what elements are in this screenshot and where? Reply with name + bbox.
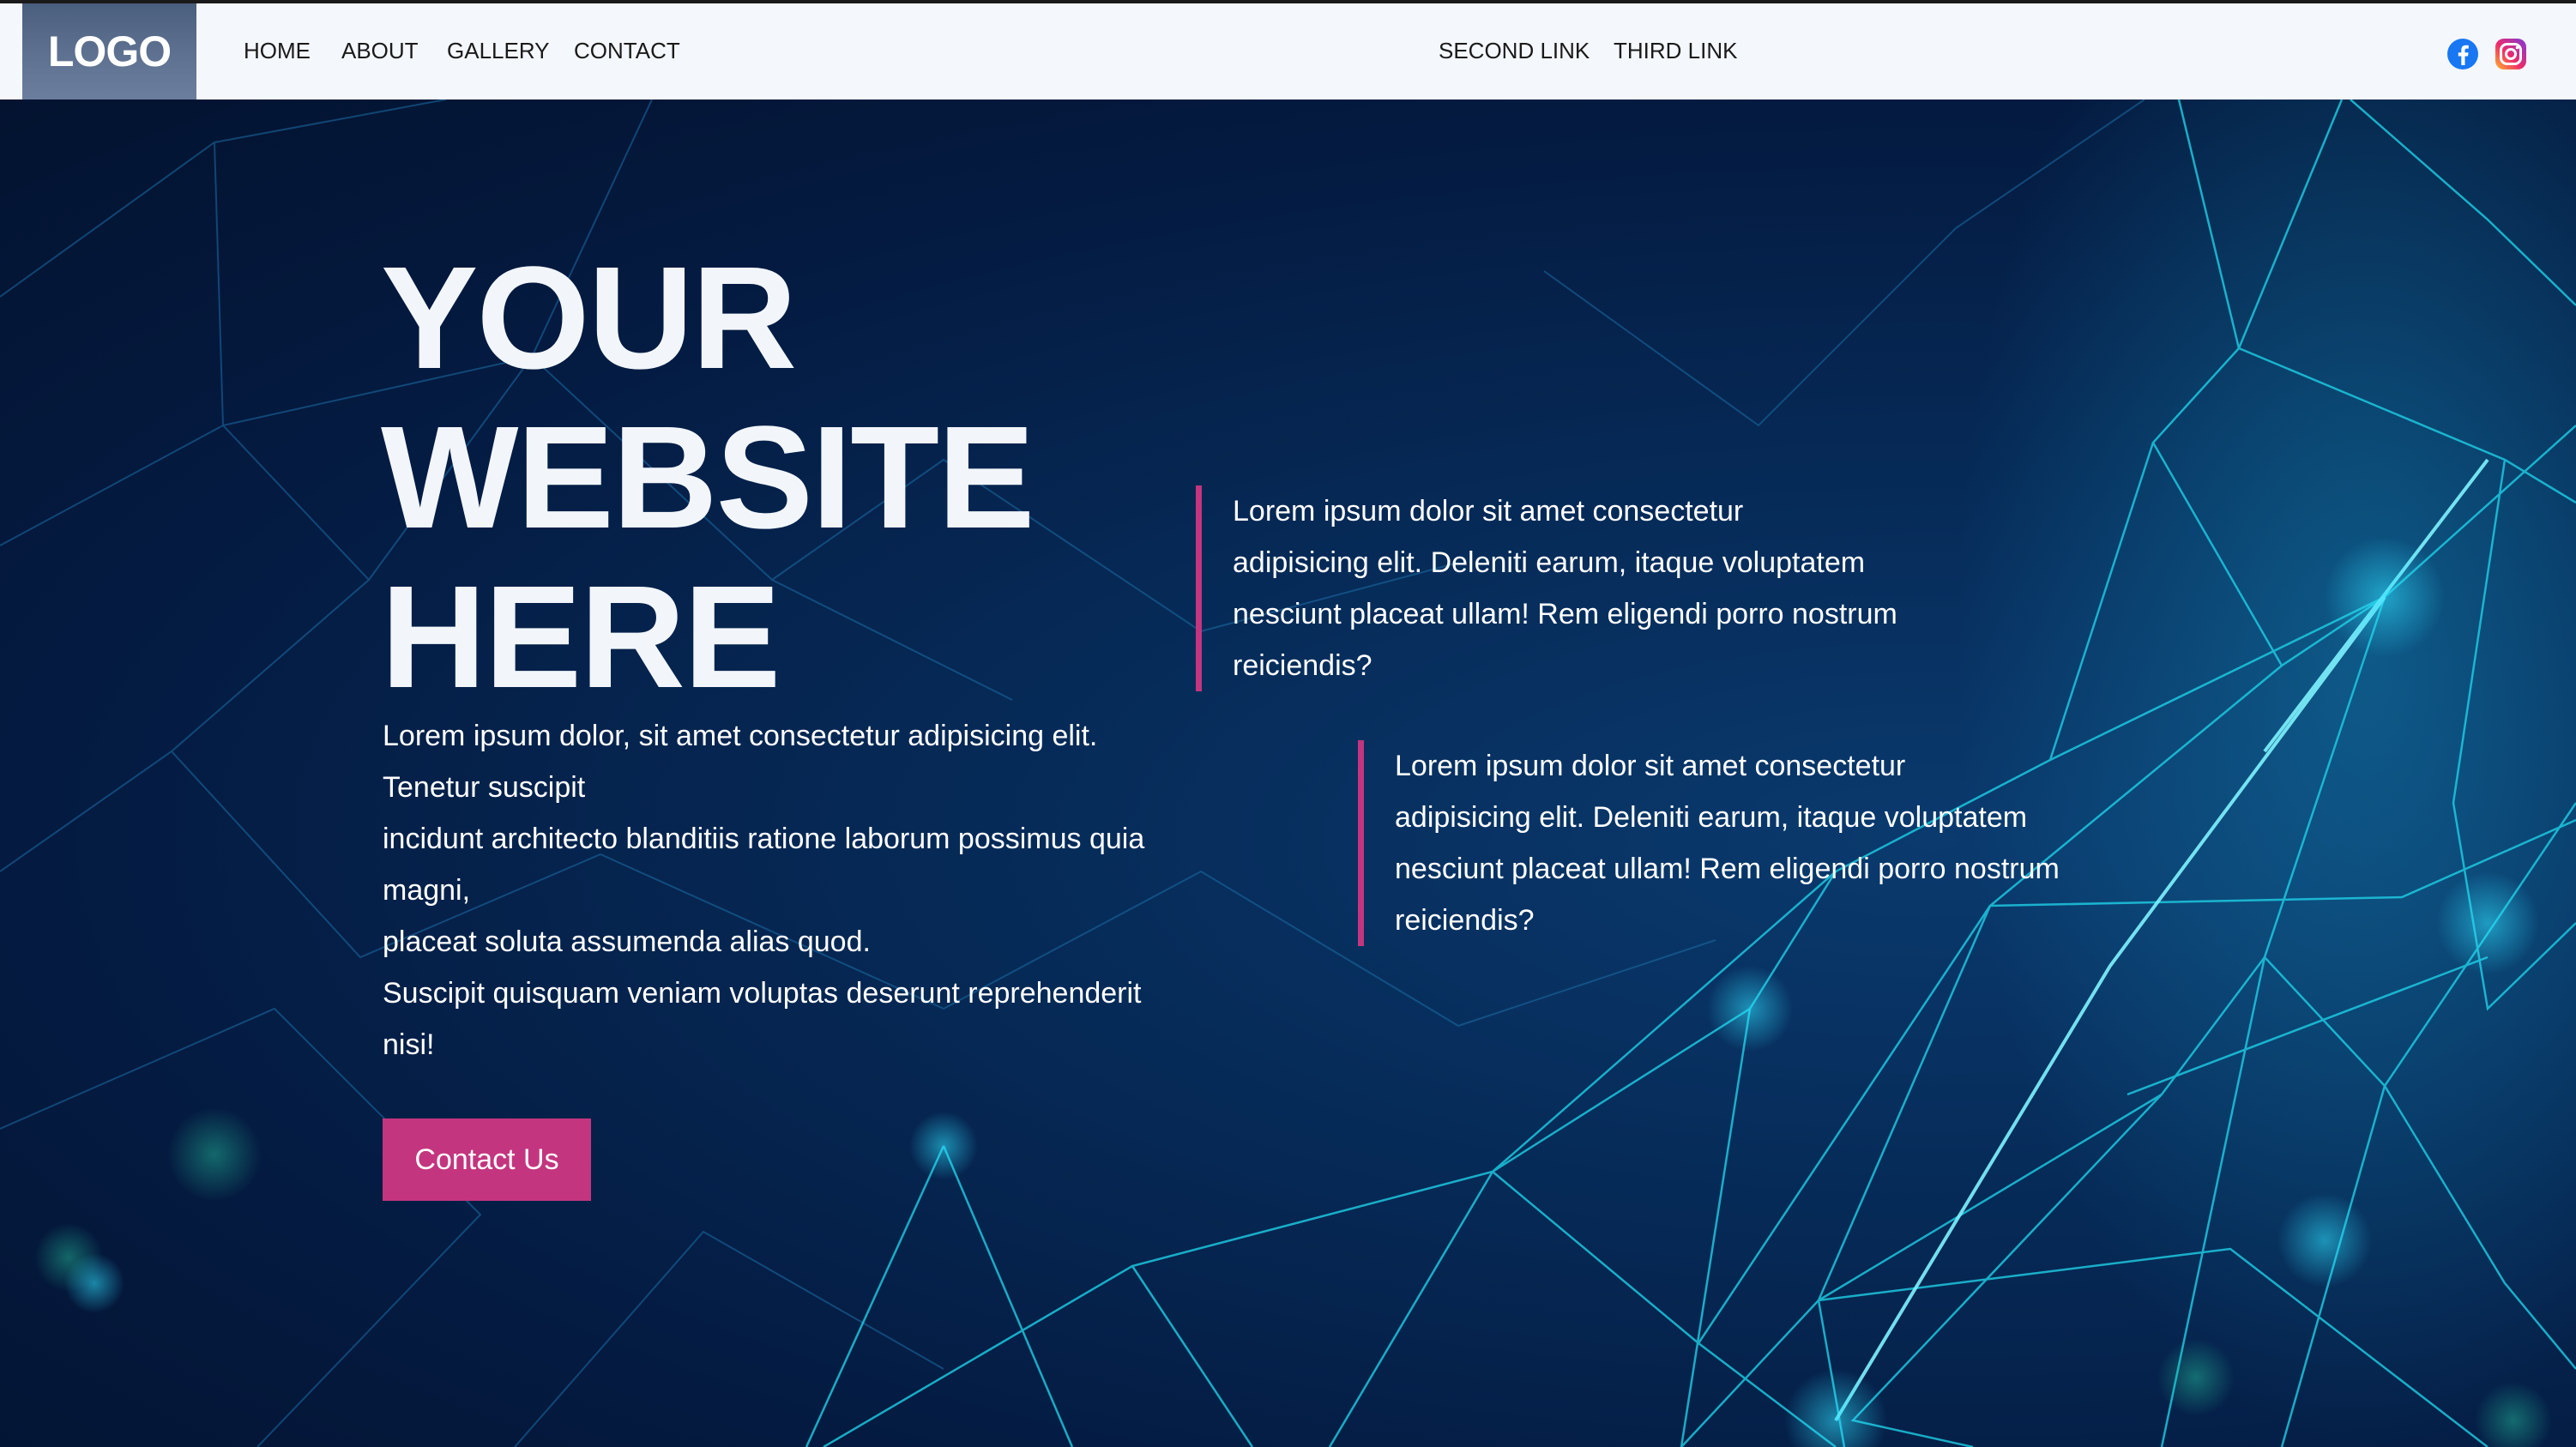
nav-link-home[interactable]: HOME — [244, 38, 311, 63]
quote-line: nesciunt placeat ullam! Rem eligendi por… — [1395, 853, 2060, 885]
headline-line: WEBSITE — [381, 396, 1035, 559]
lead-line: Suscipit quisquam veniam voluptas deseru… — [383, 977, 1142, 1010]
nav-link-second[interactable]: SECOND LINK — [1439, 38, 1590, 63]
quote-line: Lorem ipsum dolor sit amet consectetur — [1233, 495, 1744, 528]
quote-line: adipisicing elit. Deleniti earum, itaque… — [1233, 546, 1866, 579]
nav-link-third[interactable]: THIRD LINK — [1614, 38, 1737, 63]
hero-lead-text: Lorem ipsum dolor, sit amet consectetur … — [383, 710, 1180, 1070]
instagram-icon[interactable] — [2495, 38, 2527, 70]
lead-line: nisi! — [383, 1028, 435, 1061]
quote-block: Lorem ipsum dolor sit amet consectetur a… — [1196, 485, 1968, 691]
lead-line: placeat soluta assumenda alias quod. — [383, 925, 871, 958]
quote-line: nesciunt placeat ullam! Rem eligendi por… — [1233, 598, 1897, 630]
quote-line: Lorem ipsum dolor sit amet consectetur — [1395, 750, 1906, 782]
lead-line: Lorem ipsum dolor, sit amet consectetur … — [383, 720, 1098, 752]
headline-line: HERE — [381, 556, 781, 719]
hero-section: YOUR WEBSITE HERE Lorem ipsum dolor, sit… — [0, 99, 2576, 1447]
headline-line: YOUR — [381, 237, 797, 400]
quote-line: reiciendis? — [1395, 904, 1535, 937]
top-navbar: LOGO HOME ABOUT GALLERY CONTACT SECOND L… — [0, 0, 2576, 99]
quote-block: Lorem ipsum dolor sit amet consectetur a… — [1358, 740, 2130, 946]
logo-text: LOGO — [47, 27, 172, 75]
logo[interactable]: LOGO — [22, 3, 196, 99]
nav-link-about[interactable]: ABOUT — [341, 38, 419, 63]
hero-headline: YOUR WEBSITE HERE — [381, 237, 1035, 719]
nav-link-gallery[interactable]: GALLERY — [447, 38, 549, 63]
nav-link-contact[interactable]: CONTACT — [574, 38, 680, 63]
lead-line: Tenetur suscipit — [383, 771, 586, 804]
lead-line: incidunt architecto blanditiis ratione l… — [383, 823, 1145, 855]
facebook-icon[interactable] — [2446, 38, 2479, 70]
contact-us-button[interactable]: Contact Us — [383, 1118, 591, 1201]
lead-line: magni, — [383, 874, 471, 907]
quote-line: adipisicing elit. Deleniti earum, itaque… — [1395, 801, 2028, 834]
quote-line: reiciendis? — [1233, 649, 1372, 682]
